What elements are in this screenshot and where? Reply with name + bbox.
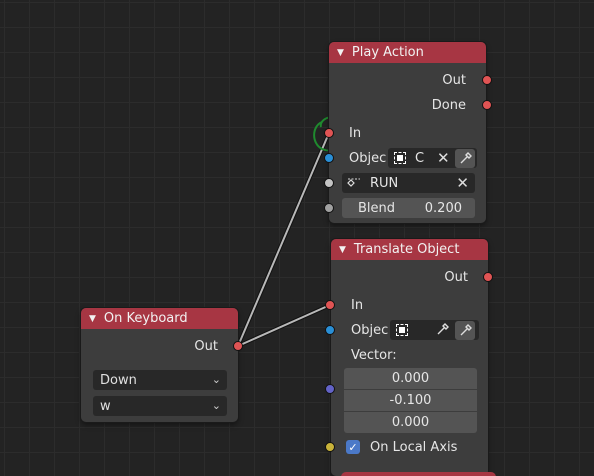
vector-x-field[interactable]: 0.000	[344, 368, 477, 389]
translate-object-node[interactable]: ▼ Translate Object Out In Objec Vector: …	[331, 239, 488, 476]
on-keyboard-node[interactable]: ▼ On Keyboard Out Down ⌄ w ⌄	[81, 308, 238, 422]
local-axis-checkbox[interactable]: ✓	[346, 440, 360, 454]
blend-label: Blend	[358, 200, 396, 216]
on-keyboard-header[interactable]: ▼ On Keyboard	[81, 308, 238, 329]
output-out: Out	[444, 269, 468, 285]
keyboard-out-socket[interactable]	[233, 341, 243, 351]
action-field[interactable]: RUN ✕	[342, 173, 475, 193]
vector-label: Vector:	[351, 347, 397, 363]
node-title: Play Action	[351, 45, 424, 60]
play-action-action-socket[interactable]	[324, 178, 334, 188]
link-keyboard-to-translate	[237, 303, 331, 348]
play-action-object-socket[interactable]	[324, 153, 334, 163]
output-done: Done	[431, 97, 466, 113]
output-out: Out	[194, 338, 218, 354]
node-title: On Keyboard	[103, 311, 188, 326]
play-action-done-socket[interactable]	[482, 100, 492, 110]
action-icon	[347, 177, 361, 189]
input-object-label: Objec	[351, 322, 389, 338]
play-action-blend-socket[interactable]	[324, 203, 334, 213]
play-action-header[interactable]: ▼ Play Action	[329, 42, 486, 63]
object-icon	[396, 324, 408, 336]
blend-field[interactable]: Blend 0.200	[342, 198, 475, 218]
object-icon	[394, 152, 406, 164]
next-node-header[interactable]	[341, 472, 496, 476]
translate-local-axis-socket[interactable]	[325, 442, 335, 452]
action-name: RUN	[370, 175, 399, 191]
translate-in-socket[interactable]	[325, 300, 335, 310]
output-out: Out	[442, 72, 466, 88]
link-keyboard-to-play-action	[236, 132, 331, 347]
eyedropper-icon[interactable]	[455, 321, 475, 340]
collapse-triangle-icon[interactable]: ▼	[339, 245, 346, 255]
input-in: In	[349, 125, 362, 141]
vector-z-field[interactable]: 0.000	[344, 412, 477, 433]
input-in: In	[351, 297, 364, 313]
eyedropper-inline-icon[interactable]	[436, 323, 449, 340]
translate-object-socket[interactable]	[325, 325, 335, 335]
clear-object-icon[interactable]: ✕	[437, 149, 450, 167]
object-value: C	[415, 150, 425, 166]
play-action-out-socket[interactable]	[482, 75, 492, 85]
chevron-down-icon: ⌄	[211, 373, 221, 386]
node-editor-canvas[interactable]: ▼ Play Action Out Done In Objec C ✕ RUN …	[0, 0, 594, 476]
translate-out-socket[interactable]	[483, 272, 493, 282]
eyedropper-icon[interactable]	[455, 149, 475, 168]
translate-object-header[interactable]: ▼ Translate Object	[331, 239, 488, 260]
clear-action-icon[interactable]: ✕	[456, 174, 469, 192]
key-select[interactable]: w ⌄	[93, 396, 227, 416]
play-action-in-socket[interactable]	[324, 128, 334, 138]
collapse-triangle-icon[interactable]: ▼	[89, 314, 96, 324]
vector-y-field[interactable]: -0.100	[344, 390, 477, 411]
event-type-select[interactable]: Down ⌄	[93, 370, 227, 390]
input-object-label: Objec	[349, 150, 387, 166]
collapse-triangle-icon[interactable]: ▼	[337, 48, 344, 58]
translate-vector-socket[interactable]	[325, 384, 335, 394]
chevron-down-icon: ⌄	[211, 399, 221, 412]
node-title: Translate Object	[353, 242, 460, 257]
local-axis-label: On Local Axis	[370, 439, 458, 455]
play-action-node[interactable]: ▼ Play Action Out Done In Objec C ✕ RUN …	[329, 42, 486, 223]
blend-value: 0.200	[424, 200, 462, 216]
